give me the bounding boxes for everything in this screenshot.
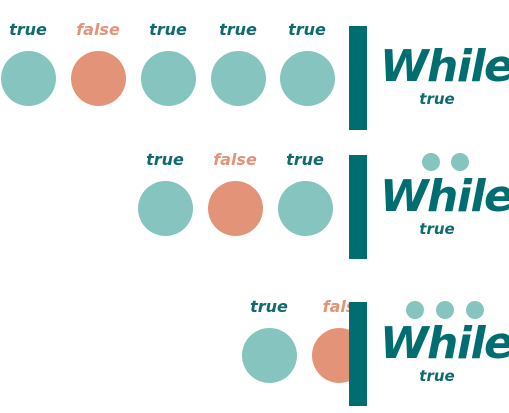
value-label: true [146, 150, 184, 169]
loop-row-1: true false true true true While true [0, 0, 509, 136]
waiting-dot [422, 153, 440, 171]
loop-row-3: true fals While true [0, 277, 509, 413]
value-label: true [149, 20, 187, 39]
waiting-dot [466, 301, 484, 319]
value-label: false [213, 150, 257, 169]
true-token [0, 51, 56, 106]
while-loop-diagram: { "keyword": "While", "colors": { "true"… [0, 0, 509, 407]
true-token [140, 51, 196, 106]
true-token [210, 51, 266, 106]
true-token [279, 51, 335, 106]
while-keyword: While [380, 318, 509, 369]
value-label: true [286, 150, 324, 169]
waiting-dot [406, 301, 424, 319]
true-token [277, 181, 333, 236]
loop-gate-bar [349, 26, 367, 130]
waiting-dot [451, 153, 469, 171]
while-keyword: While [380, 171, 509, 222]
while-keyword: While [380, 41, 509, 92]
false-token [207, 181, 263, 236]
value-label: true [219, 20, 257, 39]
loop-gate-bar [349, 155, 367, 259]
loop-gate-bar [349, 302, 367, 406]
condition-label: true [419, 220, 455, 238]
condition-label: true [419, 367, 455, 385]
condition-label: true [419, 90, 455, 108]
value-label: true [288, 20, 326, 39]
true-token [137, 181, 193, 236]
loop-row-2: true false true While true [0, 130, 509, 266]
waiting-dot [436, 301, 454, 319]
value-label: false [76, 20, 120, 39]
value-label: true [250, 297, 288, 316]
row-3-token-area: true fals [0, 277, 349, 413]
false-token [311, 328, 349, 383]
value-label: fals [322, 297, 349, 316]
true-token [241, 328, 297, 383]
false-token [70, 51, 126, 106]
